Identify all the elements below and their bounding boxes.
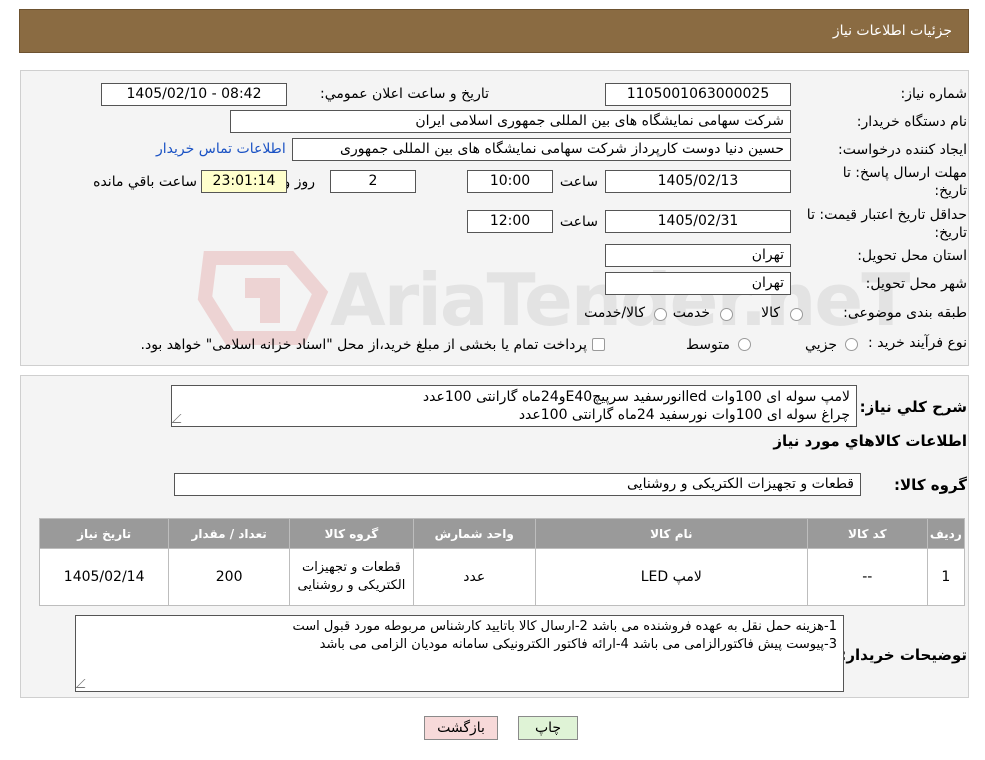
cell-quantity: 200 [168, 548, 290, 606]
requester-label: ايجاد کننده درخواست: [838, 142, 967, 158]
back-button[interactable]: بازگشت [424, 716, 498, 740]
goods-group-label: گروه کالا: [894, 476, 967, 494]
col-goods-group: گروه کالا [288, 518, 414, 549]
category-option-goods-service: کالا/خدمت [584, 305, 645, 321]
cell-row-number: 1 [926, 548, 966, 606]
announce-datetime-value: 1405/02/10 - 08:42 [126, 86, 262, 102]
goods-info-title: اطلاعات کالاهاي مورد نياز [773, 432, 967, 450]
delivery-city-field: تهران [605, 272, 791, 295]
remaining-time-word: ساعت باقي مانده [93, 174, 197, 190]
resize-handle-icon[interactable] [76, 679, 94, 688]
col-goods-code: کد کالا [807, 518, 928, 549]
goods-table-header: رديف کد کالا نام کالا واحد شمارش گروه کا… [38, 518, 966, 549]
process-option-medium: متوسط [686, 337, 730, 353]
buyer-org-field: شرکت سهامی نمایشگاه های بین المللی جمهور… [230, 110, 791, 133]
deadline-time-field: 10:00 [467, 170, 553, 193]
remaining-days-field: 2 [330, 170, 416, 193]
deadline-label-line2: تاريخ: [934, 183, 967, 199]
delivery-city-label: شهر محل تحويل: [865, 276, 967, 292]
deadline-time-word: ساعت [559, 174, 598, 190]
days-word: روز و [283, 174, 316, 190]
price-validity-time-word: ساعت [559, 214, 598, 230]
purchase-process-label: نوع فرآيند خريد : [868, 335, 967, 351]
print-button[interactable]: چاپ [518, 716, 578, 740]
price-validity-label: حداقل تاريخ اعتبار قيمت: تا تاريخ: [807, 206, 967, 242]
category-label: طبقه بندی موضوعی: [843, 305, 967, 321]
delivery-province-label: استان محل تحويل: [857, 248, 967, 264]
need-summary-textarea[interactable]: لامپ سوله ای 100وات ledانورسفید سرپیچE40… [171, 385, 857, 427]
buyer-notes-line-1: 1-هزینه حمل نقل به عهده فروشنده می باشد … [292, 619, 837, 634]
deadline-label-line1: مهلت ارسال پاسخ: تا [842, 165, 967, 181]
watermark-text: AriaTender.neT [330, 258, 910, 342]
buyer-org-label: نام دستگاه خريدار: [856, 114, 967, 130]
col-unit: واحد شمارش [412, 518, 536, 549]
price-validity-label-line2: تاريخ: [934, 225, 967, 241]
table-row: 1 -- لامپ LED عدد قطعات و تجهیزات الکتری… [38, 548, 966, 606]
deadline-date-field: 1405/02/13 [605, 170, 791, 193]
col-need-date: تاريخ نياز [38, 518, 170, 549]
price-validity-label-line1: حداقل تاريخ اعتبار قيمت: تا [806, 207, 967, 223]
buyer-notes-line-2: 3-پیوست پیش فاکتورالزامی می باشد 4-ارائه… [319, 637, 837, 652]
process-radio-medium[interactable] [738, 338, 751, 351]
process-option-partial: جزيي [805, 337, 837, 353]
need-summary-line-1: لامپ سوله ای 100وات ledانورسفید سرپیچE40… [422, 389, 850, 405]
buyer-notes-label: توضيحات خريدار: [840, 646, 967, 664]
need-number-label: شماره نیاز: [900, 86, 968, 102]
category-radio-service[interactable] [720, 308, 733, 321]
cell-unit: عدد [412, 548, 536, 606]
goods-group-field: قطعات و تجهیزات الکتریکی و روشنایی [174, 473, 861, 496]
need-summary-line-2: چراغ سوله ای 100وات نورسفید 24ماه گارانت… [518, 407, 850, 423]
price-validity-time-field: 12:00 [467, 210, 553, 233]
col-quantity: تعداد / مقدار [168, 518, 290, 549]
category-option-service: خدمت [672, 305, 710, 321]
page-title: جزئیات اطلاعات نیاز [832, 23, 952, 39]
price-validity-date-field: 1405/02/31 [605, 210, 791, 233]
announce-datetime-field: 1405/02/10 - 08:42 [101, 83, 287, 106]
buyer-notes-textarea[interactable]: 1-هزینه حمل نقل به عهده فروشنده می باشد … [75, 615, 844, 692]
cell-goods-code: -- [807, 548, 928, 606]
announce-datetime-label: تاريخ و ساعت اعلان عمومي: [320, 86, 489, 102]
col-goods-name: نام کالا [534, 518, 809, 549]
remaining-time-field: 23:01:14 [201, 170, 287, 193]
delivery-province-field: تهران [605, 244, 791, 267]
category-radio-goods-service[interactable] [654, 308, 667, 321]
process-radio-partial[interactable] [845, 338, 858, 351]
category-radio-goods[interactable] [790, 308, 803, 321]
page-header: جزئیات اطلاعات نیاز [19, 9, 969, 53]
col-row-number: رديف [926, 518, 966, 549]
need-summary-label: شرح کلي نياز: [859, 398, 967, 416]
goods-table: رديف کد کالا نام کالا واحد شمارش گروه کا… [38, 518, 966, 606]
need-number-field: 1105001063000025 [605, 83, 791, 106]
payment-checkbox[interactable] [592, 338, 605, 351]
payment-note: پرداخت تمام يا بخشی از مبلغ خريد،از محل … [140, 337, 587, 353]
cell-goods-group: قطعات و تجهیزات الکتریکی و روشنایی [288, 548, 414, 606]
cell-goods-name: لامپ LED [534, 548, 809, 606]
cell-need-date: 1405/02/14 [38, 548, 170, 606]
buyer-contact-link[interactable]: اطلاعات تماس خريدار [156, 141, 286, 157]
requester-field: حسین دنیا دوست کارپرداز شرکت سهامی نمایش… [292, 138, 791, 161]
deadline-label: مهلت ارسال پاسخ: تا تاريخ: [843, 164, 967, 200]
category-option-goods: کالا [761, 305, 780, 321]
